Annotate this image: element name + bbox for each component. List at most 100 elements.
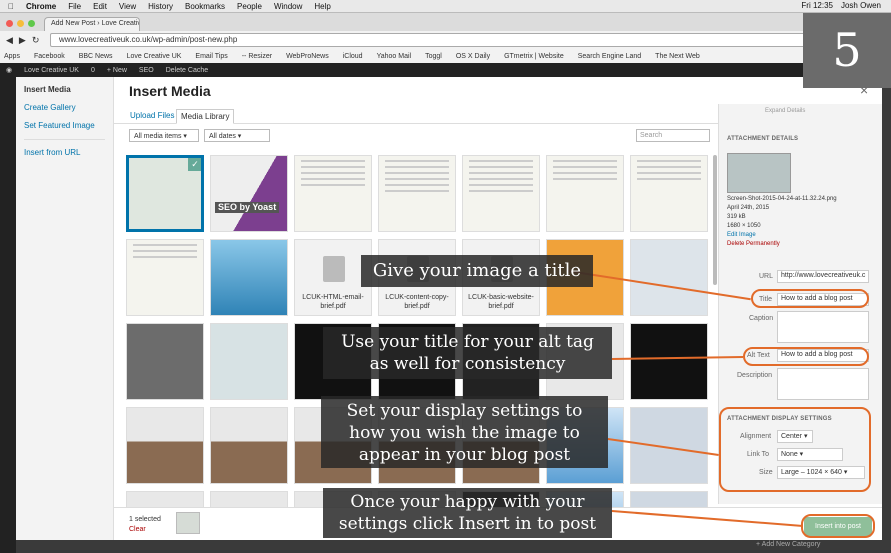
url-field[interactable]: http://www.lovecreativeuk.c: [777, 270, 869, 283]
delete-permanently-link[interactable]: Delete Permanently: [727, 241, 780, 247]
callout-line: appear in your blog post: [358, 445, 571, 465]
media-thumb[interactable]: [126, 491, 204, 507]
address-bar[interactable]: www.lovecreativeuk.co.uk/wp-admin/post-n…: [50, 33, 810, 47]
bookmark[interactable]: -- Resizer: [242, 53, 272, 60]
document-icon: [323, 256, 345, 282]
comments-count[interactable]: 0: [91, 67, 95, 74]
callout-image-title: Give your image a title: [361, 255, 593, 287]
wordpress-icon[interactable]: ◉: [6, 66, 12, 74]
menu-help[interactable]: Help: [314, 2, 330, 11]
media-sidebar: Insert Media Create Gallery Set Featured…: [16, 77, 114, 540]
caption-field[interactable]: [777, 311, 869, 343]
edit-image-link[interactable]: Edit Image: [727, 232, 756, 238]
reload-icon[interactable]: ↻: [32, 35, 40, 46]
minimize-window-icon[interactable]: [17, 20, 24, 27]
forward-icon[interactable]: ▶: [19, 35, 26, 46]
menu-window[interactable]: Window: [274, 2, 302, 11]
bookmark[interactable]: Facebook: [34, 53, 65, 60]
media-thumb[interactable]: [210, 491, 288, 507]
date-value: All dates: [209, 133, 236, 140]
attachment-dimensions: 1680 × 1050: [727, 223, 761, 229]
selected-thumbnail[interactable]: [176, 512, 200, 534]
tab-upload-files[interactable]: Upload Files: [126, 109, 178, 122]
menu-create-gallery[interactable]: Create Gallery: [24, 103, 105, 112]
bookmark[interactable]: BBC News: [79, 53, 113, 60]
media-thumb[interactable]: [294, 155, 372, 232]
media-thumb[interactable]: [126, 323, 204, 400]
browser-tab[interactable]: Add New Post › Love Creativ: [44, 17, 140, 31]
callout-line: how you wish the image to: [349, 423, 580, 443]
alt-highlight-ring: [743, 347, 869, 366]
step-number-badge: 5: [803, 13, 891, 88]
bookmark[interactable]: Email Tips: [195, 53, 227, 60]
search-input[interactable]: Search: [636, 129, 710, 142]
bookmark[interactable]: Search Engine Land: [578, 53, 641, 60]
media-thumb[interactable]: [630, 239, 708, 316]
attachment-size: 319 kB: [727, 214, 746, 220]
attachment-date: April 24th, 2015: [727, 205, 770, 211]
media-thumb[interactable]: [462, 155, 540, 232]
media-thumb[interactable]: ✓: [126, 155, 204, 232]
tab-media-library[interactable]: Media Library: [176, 109, 235, 124]
menu-bookmarks[interactable]: Bookmarks: [185, 2, 225, 11]
bookmark[interactable]: iCloud: [343, 53, 363, 60]
menu-people[interactable]: People: [237, 2, 262, 11]
media-thumb[interactable]: [210, 239, 288, 316]
expand-details-link[interactable]: Expand Details: [765, 108, 805, 114]
description-field[interactable]: [777, 368, 869, 400]
menu-insert-media[interactable]: Insert Media: [24, 85, 105, 94]
bookmark[interactable]: GTmetrix | Website: [504, 53, 564, 60]
close-window-icon[interactable]: [6, 20, 13, 27]
media-thumb[interactable]: [630, 407, 708, 484]
date-select[interactable]: All dates ▾: [204, 129, 270, 142]
url-label: URL: [759, 273, 774, 280]
clear-selection-link[interactable]: Clear: [129, 526, 146, 533]
bookmarks-bar: Apps Facebook BBC News Love Creative UK …: [0, 49, 891, 63]
bookmark[interactable]: Yahoo Mail: [377, 53, 412, 60]
media-thumb[interactable]: SEO by Yoast: [210, 155, 288, 232]
media-thumb[interactable]: [126, 407, 204, 484]
menu-file[interactable]: File: [68, 2, 81, 11]
bookmark[interactable]: The Next Web: [655, 53, 700, 60]
browser-chrome: Add New Post › Love Creativ ◀ ▶ ↻ www.lo…: [0, 13, 891, 63]
bookmark[interactable]: OS X Daily: [456, 53, 490, 60]
file-name: LCUK-HTML-email-brief.pdf: [302, 294, 364, 310]
user-name[interactable]: Josh Owen: [841, 1, 881, 10]
menu-view[interactable]: View: [119, 2, 136, 11]
media-thumb[interactable]: [210, 407, 288, 484]
site-name[interactable]: Love Creative UK: [24, 67, 79, 74]
media-thumb[interactable]: [126, 239, 204, 316]
media-type-select[interactable]: All media items ▾: [129, 129, 199, 142]
file-name: LCUK-content-copy-brief.pdf: [385, 294, 449, 310]
menu-set-featured-image[interactable]: Set Featured Image: [24, 121, 105, 130]
callout-alt-tag: Use your title for your alt tag as well …: [323, 327, 612, 379]
seo-menu[interactable]: SEO: [139, 67, 154, 74]
bookmark[interactable]: Love Creative UK: [127, 53, 182, 60]
bookmark[interactable]: Apps: [4, 53, 20, 60]
apple-icon[interactable]: : [8, 2, 14, 11]
new-button[interactable]: + New: [107, 67, 127, 74]
bookmark[interactable]: Toggl: [425, 53, 442, 60]
back-icon[interactable]: ◀: [6, 35, 13, 46]
attachment-details-heading: ATTACHMENT DETAILS: [727, 136, 799, 142]
app-menu[interactable]: Chrome: [26, 2, 56, 11]
menu-history[interactable]: History: [148, 2, 173, 11]
media-thumb[interactable]: [546, 155, 624, 232]
media-thumb[interactable]: [630, 323, 708, 400]
menu-insert-from-url[interactable]: Insert from URL: [24, 148, 105, 157]
callout-line: Use your title for your alt tag: [341, 332, 594, 352]
media-thumb[interactable]: [630, 491, 708, 507]
add-category-link[interactable]: + Add New Category: [756, 541, 820, 548]
grid-scrollbar[interactable]: [713, 155, 717, 285]
check-icon[interactable]: ✓: [188, 158, 201, 171]
delete-cache-menu[interactable]: Delete Cache: [166, 67, 208, 74]
bookmark[interactable]: WebProNews: [286, 53, 329, 60]
media-thumb[interactable]: [378, 155, 456, 232]
zoom-window-icon[interactable]: [28, 20, 35, 27]
insert-button-highlight-ring: [801, 514, 875, 538]
menu-edit[interactable]: Edit: [93, 2, 107, 11]
callout-insert: Once your happy with your settings click…: [323, 488, 612, 538]
divider: [24, 139, 105, 140]
media-thumb[interactable]: [630, 155, 708, 232]
media-thumb[interactable]: [210, 323, 288, 400]
